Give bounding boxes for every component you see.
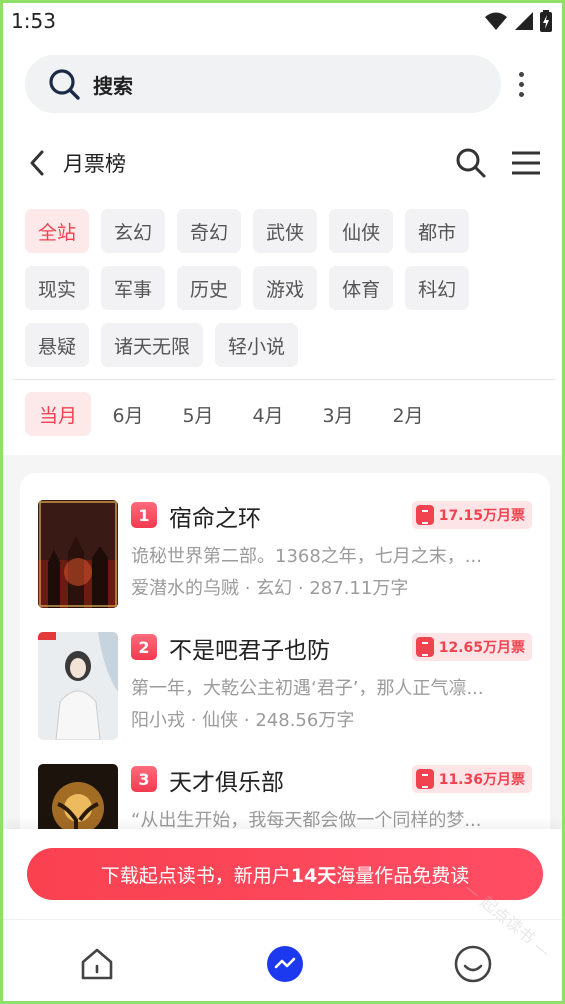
- back-icon[interactable]: [29, 149, 45, 177]
- book-item[interactable]: 2 不是吧君子也防 12.65万月票 第一年，大乾公主初遇‘君子’，那人正气凛.…: [38, 632, 532, 742]
- month-tab[interactable]: 3月: [305, 392, 371, 436]
- book-author: 阳小戎: [131, 710, 185, 731]
- nav-home[interactable]: [77, 944, 117, 984]
- category-chip[interactable]: 悬疑: [25, 323, 90, 367]
- ticket-count: 11.36万月票: [438, 772, 525, 788]
- book-title: 天才俱乐部: [169, 770, 284, 796]
- book-word-count: 248.56万字: [255, 710, 355, 731]
- book-cover[interactable]: [38, 500, 118, 608]
- month-tab[interactable]: 4月: [235, 392, 301, 436]
- book-meta: 爱潜水的乌贼 · 玄幻 · 287.11万字: [131, 574, 408, 600]
- ticket-badge: 17.15万月票: [411, 501, 532, 529]
- app-frame: 1:53 搜索 月票榜 全站 玄幻 奇幻 武侠 仙侠 都市 现实 军事 历史 游…: [0, 0, 565, 1004]
- category-chip[interactable]: 历史: [177, 266, 242, 310]
- month-tab[interactable]: 6月: [95, 392, 161, 436]
- status-icons: [484, 10, 552, 32]
- search-bar[interactable]: 搜索: [25, 55, 501, 113]
- book-item[interactable]: 1 宿命之环 17.15万月票 诡秘世界第二部。1368之年，七月之末，... …: [38, 500, 532, 610]
- banner-text-bold: 14天: [290, 864, 337, 887]
- category-filter: 全站 玄幻 奇幻 武侠 仙侠 都市 现实 军事 历史 游戏 体育 科幻 悬疑 诸…: [25, 209, 545, 367]
- home-icon: [81, 948, 113, 980]
- category-chip[interactable]: 现实: [25, 266, 90, 310]
- book-description: 第一年，大乾公主初遇‘君子’，那人正气凛...: [131, 678, 484, 699]
- banner-text-post: 海量作品免费读: [336, 864, 470, 887]
- discover-icon: [267, 946, 303, 982]
- meta-separator: ·: [239, 578, 257, 599]
- category-chip[interactable]: 武侠: [253, 209, 318, 253]
- book-word-count: 287.11万字: [309, 578, 409, 599]
- banner-text-pre: 下载起点读书，新用户: [100, 864, 291, 887]
- category-chip[interactable]: 都市: [405, 209, 470, 253]
- title-bar: 月票榜: [29, 141, 541, 185]
- search-label: 搜索: [93, 73, 133, 98]
- category-chip[interactable]: 全站: [25, 209, 90, 253]
- bottom-nav: [3, 919, 562, 1001]
- search-icon: [49, 69, 80, 100]
- month-tab[interactable]: 2月: [375, 392, 441, 436]
- search-icon[interactable]: [455, 147, 487, 179]
- rank-badge: 3: [131, 766, 157, 792]
- category-chip[interactable]: 游戏: [253, 266, 318, 310]
- status-time: 1:53: [11, 9, 56, 33]
- book-title: 宿命之环: [169, 506, 261, 532]
- category-chip[interactable]: 军事: [101, 266, 166, 310]
- book-cover[interactable]: [38, 632, 118, 740]
- month-tab[interactable]: 5月: [165, 392, 231, 436]
- meta-separator: ·: [292, 578, 310, 599]
- ticket-icon: [415, 637, 434, 657]
- book-meta: 阳小戎 · 仙侠 · 248.56万字: [131, 706, 354, 732]
- signal-icon: [515, 12, 533, 30]
- ticket-count: 12.65万月票: [438, 640, 525, 656]
- ticket-icon: [415, 505, 434, 525]
- smile-icon: [454, 945, 492, 983]
- rank-badge: 2: [131, 634, 157, 660]
- book-genre: 玄幻: [256, 578, 293, 599]
- status-bar: 1:53: [3, 3, 562, 39]
- rank-badge: 1: [131, 502, 157, 528]
- wifi-icon: [485, 12, 507, 30]
- month-tab[interactable]: 当月: [25, 392, 91, 436]
- category-chip[interactable]: 科幻: [405, 266, 470, 310]
- menu-icon[interactable]: [511, 150, 541, 176]
- category-chip[interactable]: 轻小说: [215, 323, 299, 367]
- ticket-count: 17.15万月票: [438, 508, 525, 524]
- page-title: 月票榜: [63, 152, 126, 176]
- month-tabs: 当月 6月 5月 4月 3月 2月: [25, 392, 441, 436]
- meta-separator: ·: [185, 710, 203, 731]
- search-row: 搜索: [25, 55, 543, 113]
- category-chip[interactable]: 诸天无限: [101, 323, 204, 367]
- ticket-badge: 11.36万月票: [411, 765, 532, 793]
- title-actions: [455, 147, 541, 179]
- book-title: 不是吧君子也防: [169, 638, 330, 664]
- nav-discover[interactable]: [265, 944, 305, 984]
- ticket-icon: [415, 769, 434, 789]
- divider: [13, 379, 555, 380]
- category-chip[interactable]: 体育: [329, 266, 394, 310]
- meta-separator: ·: [238, 710, 256, 731]
- more-menu-icon[interactable]: [519, 71, 524, 97]
- nav-profile[interactable]: [453, 944, 493, 984]
- category-chip[interactable]: 奇幻: [177, 209, 242, 253]
- book-author: 爱潜水的乌贼: [131, 578, 239, 599]
- ticket-badge: 12.65万月票: [411, 633, 532, 661]
- category-chip[interactable]: 玄幻: [101, 209, 166, 253]
- category-chip[interactable]: 仙侠: [329, 209, 394, 253]
- battery-icon: [540, 10, 552, 32]
- book-genre: 仙侠: [202, 710, 239, 731]
- book-description: 诡秘世界第二部。1368之年，七月之末，...: [131, 546, 482, 567]
